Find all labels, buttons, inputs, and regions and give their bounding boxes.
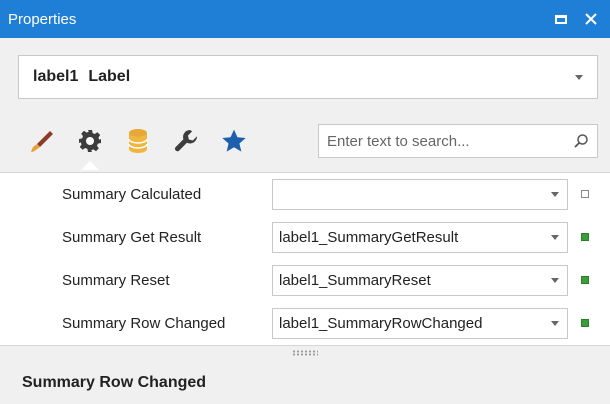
close-button[interactable] (582, 10, 600, 28)
behavior-tab[interactable] (66, 121, 114, 170)
property-grid: Summary Calculated Summary Get Result la… (0, 172, 610, 346)
grip-icon (292, 350, 318, 356)
wrench-icon (175, 130, 198, 152)
property-value-dropdown[interactable]: label1_SummaryReset (272, 265, 568, 296)
search-input[interactable] (327, 132, 573, 150)
title-bar: Properties (0, 0, 610, 38)
property-marker[interactable] (581, 233, 589, 241)
search-box (318, 124, 598, 158)
property-value: label1_SummaryRowChanged (279, 315, 483, 332)
property-name: Summary Get Result (62, 229, 202, 246)
property-value-dropdown[interactable] (272, 179, 568, 210)
description-title: Summary Row Changed (22, 374, 207, 391)
title-bar-actions (552, 10, 600, 28)
panel-title: Properties (8, 10, 77, 28)
data-tab[interactable] (114, 121, 162, 161)
gear-icon (79, 130, 101, 152)
description-splitter[interactable] (290, 348, 320, 358)
property-marker[interactable] (581, 276, 589, 284)
object-type: Label (88, 68, 131, 85)
property-value-dropdown[interactable]: label1_SummaryRowChanged (272, 308, 568, 339)
object-selector[interactable]: label1 Label (18, 55, 598, 99)
property-name: Summary Reset (62, 272, 170, 289)
maximize-button[interactable] (552, 10, 570, 28)
settings-tab[interactable] (162, 121, 210, 161)
property-name: Summary Calculated (62, 186, 202, 203)
chevron-down-icon (575, 74, 583, 80)
database-icon (128, 129, 148, 153)
property-marker[interactable] (581, 319, 589, 327)
property-name: Summary Row Changed (62, 315, 226, 332)
property-value-dropdown[interactable]: label1_SummaryGetResult (272, 222, 568, 253)
brush-icon (31, 131, 53, 152)
maximize-icon (555, 14, 567, 24)
star-icon (222, 129, 246, 152)
properties-panel: Properties label1 Label Enter text to se… (0, 0, 610, 404)
close-icon (585, 13, 597, 25)
chevron-down-icon (551, 192, 559, 197)
property-row: Summary Get Result label1_SummaryGetResu… (0, 216, 610, 259)
chevron-down-icon (551, 321, 559, 326)
object-name: label1 (33, 68, 79, 85)
property-value: label1_SummaryReset (279, 272, 431, 289)
appearance-tab[interactable] (18, 121, 66, 161)
chevron-down-icon (551, 278, 559, 283)
property-row: Summary Calculated (0, 173, 610, 216)
property-value: label1_SummaryGetResult (279, 229, 459, 246)
property-marker[interactable] (581, 190, 589, 198)
search-icon[interactable] (573, 133, 589, 149)
property-row: Summary Reset label1_SummaryReset (0, 259, 610, 302)
chevron-down-icon (551, 235, 559, 240)
toolbar (18, 118, 598, 170)
property-row: Summary Row Changed label1_SummaryRowCha… (0, 302, 610, 345)
favorites-tab[interactable] (210, 121, 258, 161)
